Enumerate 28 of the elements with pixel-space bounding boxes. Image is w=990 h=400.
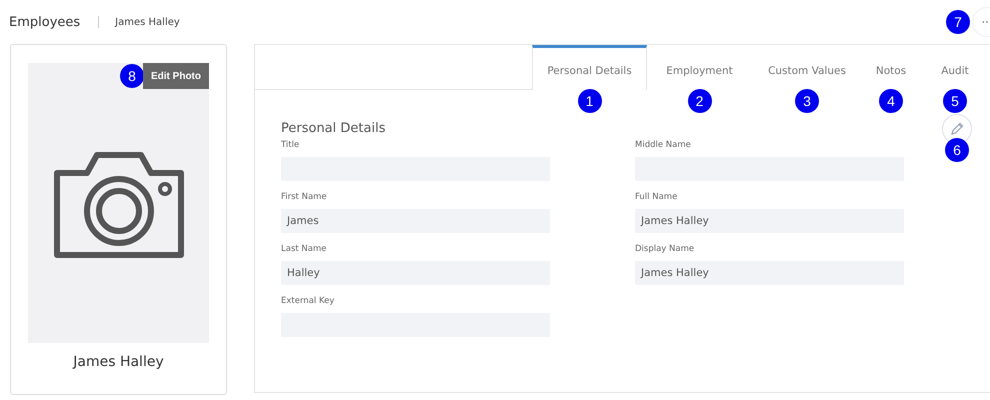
pencil-icon bbox=[949, 121, 965, 137]
section-title: Personal Details bbox=[281, 121, 386, 136]
step-marker: 6 bbox=[945, 138, 969, 162]
step-marker: 2 bbox=[688, 89, 712, 113]
step-marker: 8 bbox=[120, 64, 144, 88]
step-marker: 4 bbox=[879, 89, 903, 113]
edit-button[interactable] bbox=[942, 114, 972, 144]
field-label: Middle Name bbox=[635, 140, 692, 150]
field-label: Title bbox=[281, 140, 300, 150]
step-marker: 1 bbox=[578, 89, 602, 113]
input-field[interactable]: Halley bbox=[281, 261, 550, 285]
field-label: First Name bbox=[281, 192, 328, 202]
breadcrumb-link[interactable]: Employees bbox=[9, 14, 80, 30]
input-field[interactable]: James Halley bbox=[635, 261, 904, 285]
employee-name: James Halley bbox=[72, 354, 165, 370]
breadcrumb-current: James Halley bbox=[115, 16, 180, 28]
field-label: Last Name bbox=[281, 244, 328, 254]
field-label: External Key bbox=[281, 296, 336, 306]
step-marker: 3 bbox=[795, 89, 819, 113]
input-field[interactable]: James bbox=[281, 209, 550, 233]
step-marker: 5 bbox=[943, 89, 967, 113]
field-label: Display Name bbox=[635, 244, 696, 254]
tab[interactable]: Personal Details bbox=[532, 45, 647, 90]
step-marker: 7 bbox=[946, 10, 970, 34]
more-button[interactable]: ··· bbox=[972, 7, 990, 37]
edit-photo-button[interactable]: Edit Photo bbox=[143, 63, 209, 89]
field-label: Full Name bbox=[635, 192, 678, 202]
input-field[interactable]: James Halley bbox=[635, 209, 904, 233]
